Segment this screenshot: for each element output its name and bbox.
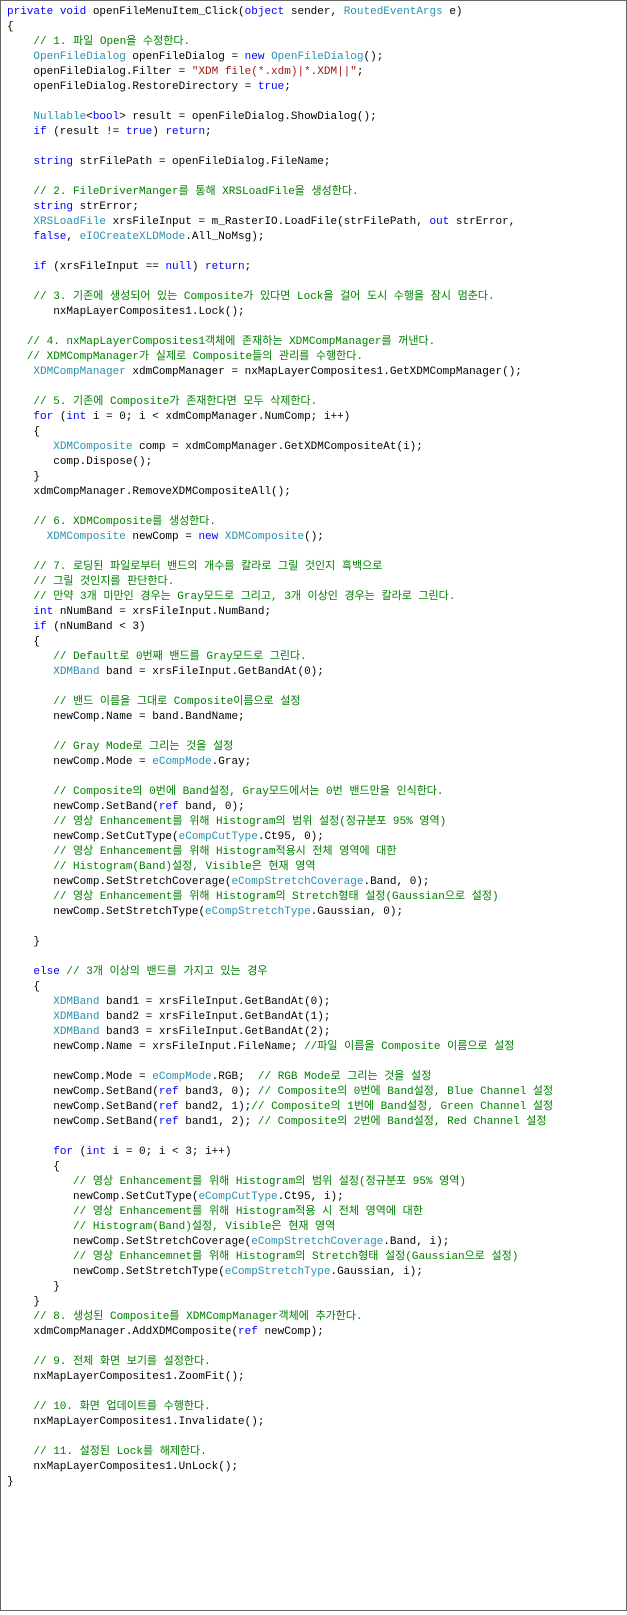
token-typ: eCompMode xyxy=(152,756,211,768)
token-cmt: // 영상 Enhancement를 위해 Histogram의 Stretch… xyxy=(53,891,498,903)
token-typ: XRSLoadFile xyxy=(33,216,106,228)
token-kw: ref xyxy=(159,1101,179,1113)
token-typ: XDMComposite xyxy=(47,531,126,543)
token-kw: for xyxy=(53,1146,73,1158)
token-cmt: // Composite의 0번에 Band설정, Blue Channel 설… xyxy=(258,1086,553,1098)
token-typ: eCompStretchType xyxy=(225,1266,331,1278)
token-typ: XDMComposite xyxy=(225,531,304,543)
token-typ: eCompStretchType xyxy=(205,906,311,918)
token-kw: string xyxy=(33,201,73,213)
token-cmt: // Composite의 2번에 Band설정, Red Channel 설정 xyxy=(258,1116,547,1128)
token-typ: XDMBand xyxy=(53,666,99,678)
token-cmt: // 영상 Enhancemnet를 위해 Histogram의 Stretch… xyxy=(73,1251,518,1263)
token-cmt: // 영상 Enhancement를 위해 Histogram의 범위 설정(정… xyxy=(53,816,446,828)
token-kw: true xyxy=(258,81,284,93)
token-kw: new xyxy=(198,531,218,543)
token-kw: new xyxy=(245,51,265,63)
token-kw: ref xyxy=(159,1116,179,1128)
token-cmt: // 5. 기존에 Composite가 존재한다면 모두 삭제한다. xyxy=(33,396,317,408)
token-cmt: // 4. nxMapLayerComposites1객체에 존재하는 XDMC… xyxy=(27,336,435,348)
token-cmt: // 3. 기존에 생성되어 있는 Composite가 있다면 Lock을 걸… xyxy=(33,291,494,303)
token-kw: int xyxy=(33,606,53,618)
token-cmt: // Gray Mode로 그리는 것을 설정 xyxy=(53,741,233,753)
token-cmt: // 6. XDMComposite를 생성한다. xyxy=(33,516,216,528)
token-typ: eIOCreateXLDMode xyxy=(80,231,186,243)
token-kw: ref xyxy=(238,1326,258,1338)
token-kw: if xyxy=(33,126,46,138)
token-kw: private xyxy=(7,6,53,18)
token-cmt: // Composite의 1번에 Band설정, Green Channel … xyxy=(251,1101,553,1113)
token-cmt: // 8. 생성된 Composite를 XDMCompManager객체에 추… xyxy=(33,1311,362,1323)
token-cmt: // Histogram(Band)설정, Visible은 현재 영역 xyxy=(73,1221,335,1233)
token-typ: OpenFileDialog xyxy=(271,51,363,63)
token-kw: for xyxy=(33,411,53,423)
token-kw: ref xyxy=(159,801,179,813)
token-typ: OpenFileDialog xyxy=(33,51,125,63)
token-kw: ref xyxy=(159,1086,179,1098)
token-typ: RoutedEventArgs xyxy=(344,6,443,18)
token-kw: return xyxy=(205,261,245,273)
token-cmt: // 만약 3개 미만인 경우는 Gray모드로 그리고, 3개 이상인 경우는… xyxy=(33,591,455,603)
token-str: "XDM file(*.xdm)|*.XDM||" xyxy=(192,66,357,78)
token-typ: XDMComposite xyxy=(53,441,132,453)
token-typ: eCompCutType xyxy=(198,1191,277,1203)
token-cmt: // 영상 Enhancement를 위해 Histogram의 범위 설정(정… xyxy=(73,1176,466,1188)
token-typ: XDMBand xyxy=(53,996,99,1008)
token-kw: object xyxy=(245,6,285,18)
token-cmt: // XDMCompManager가 실제로 Composite들의 관리를 수… xyxy=(27,351,363,363)
token-kw: if xyxy=(33,261,46,273)
token-cmt: // 10. 화면 업데이트를 수행한다. xyxy=(33,1401,210,1413)
token-kw: bool xyxy=(93,111,119,123)
token-kw: string xyxy=(33,156,73,168)
token-kw: else xyxy=(33,966,59,978)
token-cmt: // 그릴 것인지를 판단한다. xyxy=(33,576,174,588)
token-cmt: // Composite의 0번에 Band설정, Gray모드에서는 0번 밴… xyxy=(53,786,443,798)
token-typ: eCompStretchCoverage xyxy=(231,876,363,888)
token-cmt: // 7. 로딩된 파일로부터 밴드의 개수를 칼라로 그릴 것인지 흑백으로 xyxy=(33,561,382,573)
token-cmt: // 11. 설정된 Lock를 해제한다. xyxy=(33,1446,206,1458)
token-kw: int xyxy=(66,411,86,423)
token-cmt: // 3개 이상의 밴드를 가지고 있는 경우 xyxy=(66,966,267,978)
token-typ: XDMBand xyxy=(53,1026,99,1038)
token-kw: if xyxy=(33,621,46,633)
token-kw: int xyxy=(86,1146,106,1158)
token-typ: eCompMode xyxy=(152,1071,211,1083)
token-kw: return xyxy=(165,126,205,138)
token-typ: Nullable xyxy=(33,111,86,123)
token-kw: false xyxy=(33,231,66,243)
token-cmt: // 영상 Enhancement를 위해 Histogram적용 시 전체 영… xyxy=(73,1206,423,1218)
token-typ: XDMBand xyxy=(53,1011,99,1023)
token-cmt: // 9. 전체 화면 보기를 설정한다. xyxy=(33,1356,210,1368)
token-kw: true xyxy=(126,126,152,138)
token-cmt: // Default로 0번째 밴드를 Gray모드로 그린다. xyxy=(53,651,306,663)
token-kw: null xyxy=(165,261,191,273)
token-typ: eCompCutType xyxy=(179,831,258,843)
token-kw: void xyxy=(60,6,86,18)
code-block: private void openFileMenuItem_Click(obje… xyxy=(7,5,620,1490)
token-cmt: // 1. 파일 Open을 수정한다. xyxy=(33,36,190,48)
token-cmt: // 영상 Enhancement를 위해 Histogram적용시 전체 영역… xyxy=(53,846,396,858)
token-typ: eCompStretchCoverage xyxy=(251,1236,383,1248)
token-cmt: //파일 이름을 Composite 이름으로 설정 xyxy=(304,1041,514,1053)
token-kw: out xyxy=(429,216,449,228)
token-cmt: // RGB Mode로 그리는 것을 설정 xyxy=(258,1071,431,1083)
token-cmt: // 밴드 이름을 그대로 Composite이름으로 설정 xyxy=(53,696,300,708)
token-cmt: // Histogram(Band)설정, Visible은 현재 영역 xyxy=(53,861,315,873)
token-typ: XDMCompManager xyxy=(33,366,125,378)
token-cmt: // 2. FileDriverManger를 통해 XRSLoadFile을 … xyxy=(33,186,358,198)
